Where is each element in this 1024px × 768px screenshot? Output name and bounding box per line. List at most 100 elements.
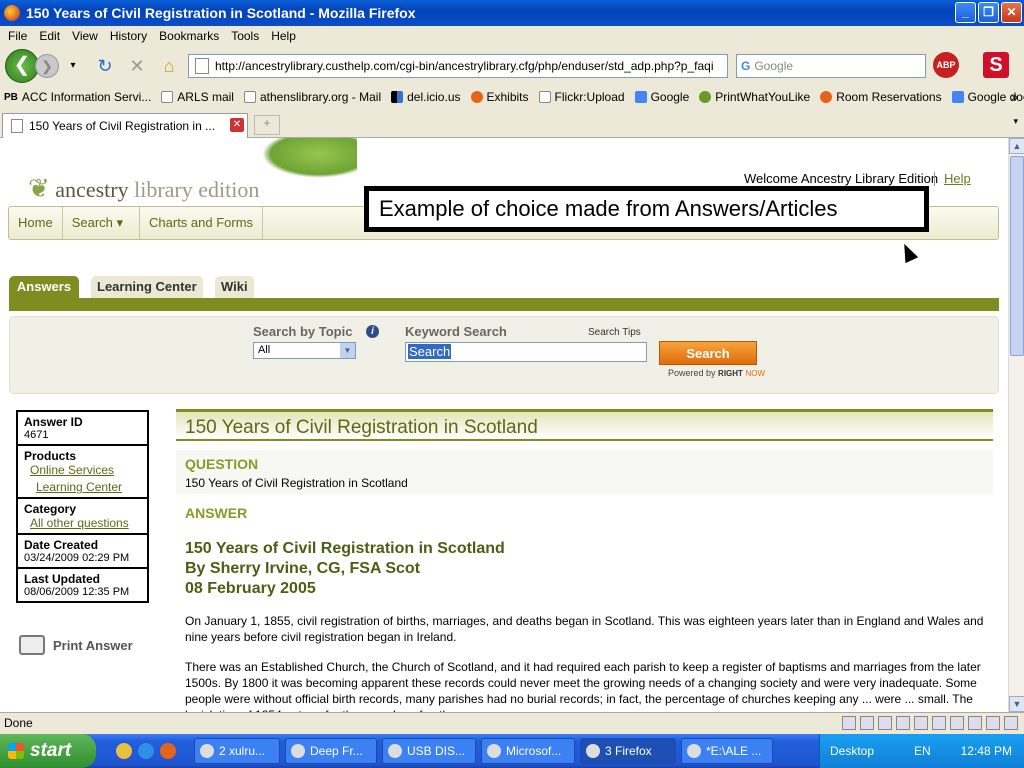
s-addon-button[interactable]: S [983,52,1009,78]
task-microsoft[interactable]: Microsof... [481,738,575,764]
info-icon[interactable]: i [366,325,379,338]
quicklaunch-firefox-icon[interactable] [160,743,176,759]
category-link[interactable]: All other questions [30,516,141,530]
addon-icon-4[interactable] [896,716,910,730]
answer-paragraph-1: On January 1, 1855, civil registration o… [185,614,984,644]
tab-list-icon[interactable]: ▾ [1013,116,1018,127]
menu-file[interactable]: File [2,29,33,43]
product-learning-center-link[interactable]: Learning Center [36,480,141,494]
task-deep-freeze[interactable]: Deep Fr... [285,738,377,764]
nav-charts-forms[interactable]: Charts and Forms [140,207,264,239]
forward-button[interactable]: ❯ [35,54,59,78]
addon-icon-7[interactable] [950,716,964,730]
status-bar: Done [0,712,1024,734]
menu-history[interactable]: History [104,29,153,43]
mouse-cursor-icon [897,240,919,264]
powered-by-rightnow: Powered by RIGHT NOW [668,368,766,378]
keyword-input[interactable]: Search [405,342,647,362]
desktop-toolbar[interactable]: Desktop [830,744,874,758]
stop-icon[interactable]: ✕ [125,54,149,78]
print-answer-button[interactable]: Print Answer [19,635,133,655]
addon-icon-2[interactable] [860,716,874,730]
last-updated-value: 08/06/2009 12:35 PM [24,586,130,598]
page-icon [195,58,209,74]
nav-search[interactable]: Search ▾ [63,207,141,239]
search-placeholder: Google [754,59,794,73]
url-text: http://ancestrylibrary.custhelp.com/cgi-… [215,59,714,73]
menu-bookmarks[interactable]: Bookmarks [153,29,225,43]
new-tab-button[interactable]: + [254,115,280,135]
firefox-icon [4,5,20,21]
task-ale-file[interactable]: *E:\ALE ... [681,738,773,764]
addon-icon-9[interactable] [986,716,1000,730]
bookmark-google[interactable]: Google [634,90,689,104]
bookmark-athens[interactable]: athenslibrary.org - Mail [243,90,381,104]
quicklaunch-icon-2[interactable] [138,743,154,759]
nav-home[interactable]: Home [9,207,63,239]
bookmark-room-reservations[interactable]: Room Reservations [820,90,942,104]
addon-icon-5[interactable] [914,716,928,730]
menu-view[interactable]: View [66,29,104,43]
addon-icon-10[interactable] [1004,716,1018,730]
search-tips-link[interactable]: Search Tips [588,327,641,338]
leaves-decoration [262,138,357,178]
bookmark-prefix: PB [4,91,18,103]
addon-icon-3[interactable] [878,716,892,730]
search-box[interactable]: G Google [736,54,926,78]
task-firefox[interactable]: 3 Firefox [580,738,676,764]
ancestry-logo[interactable]: ❦ ancestry library edition [28,174,259,204]
bookmark-exhibits[interactable]: Exhibits [470,90,529,104]
help-link[interactable]: Help [944,171,971,186]
bookmark-delicious[interactable]: del.icio.us [391,90,461,104]
browser-tab[interactable]: 150 Years of Civil Registration in ... ✕ [2,113,248,138]
back-button[interactable]: ❮ [5,49,39,83]
scroll-down-icon[interactable]: ▼ [1009,696,1024,712]
answer-sidebar: Answer ID 4671 Products Online Services … [16,410,149,603]
tab-close-icon[interactable]: ✕ [230,118,244,132]
scroll-thumb[interactable] [1010,156,1024,356]
answer-author: By Sherry Irvine, CG, FSA Scot [185,560,421,577]
menu-bar: File Edit View History Bookmarks Tools H… [0,26,1024,46]
windows-taskbar: start 2 xulru... Deep Fr... USB DIS... M… [0,734,1024,768]
topic-select[interactable]: All ▼ [253,342,356,359]
tab-answers[interactable]: Answers [9,276,79,298]
bookmark-printwhatyoulike[interactable]: PrintWhatYouLike [699,90,810,104]
home-icon[interactable]: ⌂ [157,54,181,78]
tab-learning-center[interactable]: Learning Center [91,276,203,298]
minimize-button[interactable]: _ [955,2,976,23]
vertical-scrollbar[interactable]: ▲ ▼ [1008,138,1024,712]
system-tray: Desktop EN 12:48 PM [819,734,1024,768]
menu-help[interactable]: Help [265,29,302,43]
adblock-button[interactable]: ABP [933,52,959,78]
bookmark-arls[interactable]: ARLS mail [161,90,234,104]
url-bar[interactable]: http://ancestrylibrary.custhelp.com/cgi-… [188,54,728,78]
addon-icon-8[interactable] [968,716,982,730]
scroll-up-icon[interactable]: ▲ [1009,138,1024,154]
bookmark-flickr[interactable]: Flickr:Upload [538,90,625,104]
quicklaunch-icon-1[interactable] [116,743,132,759]
addon-icon-1[interactable] [842,716,856,730]
category-box: Category All other questions [16,497,149,533]
tab-title: 150 Years of Civil Registration in ... [29,119,216,133]
addon-icon-6[interactable] [932,716,946,730]
page-content: ❦ ancestry library edition Welcome Ances… [0,138,1008,712]
product-online-services-link[interactable]: Online Services [30,463,141,477]
tab-wiki[interactable]: Wiki [215,276,254,298]
history-dropdown-icon[interactable]: ▾ [61,54,85,78]
reload-icon[interactable]: ↻ [93,54,117,78]
menu-edit[interactable]: Edit [33,29,66,43]
maximize-button[interactable]: ❐ [978,2,999,23]
tab-page-icon [11,119,23,133]
status-addon-icons [842,716,1018,730]
bookmark-acc[interactable]: ACC Information Servi... [22,90,151,104]
menu-tools[interactable]: Tools [225,29,265,43]
search-button[interactable]: Search [659,341,757,365]
language-indicator[interactable]: EN [914,744,931,758]
header-separator [934,172,935,186]
answer-heading: 150 Years of Civil Registration in Scotl… [185,540,505,557]
task-usb-disk[interactable]: USB DIS... [382,738,476,764]
task-xulrunner[interactable]: 2 xulru... [194,738,280,764]
start-button[interactable]: start [0,734,96,768]
chevron-more-icon[interactable]: » [1011,90,1018,104]
close-window-button[interactable]: ✕ [1001,2,1022,23]
